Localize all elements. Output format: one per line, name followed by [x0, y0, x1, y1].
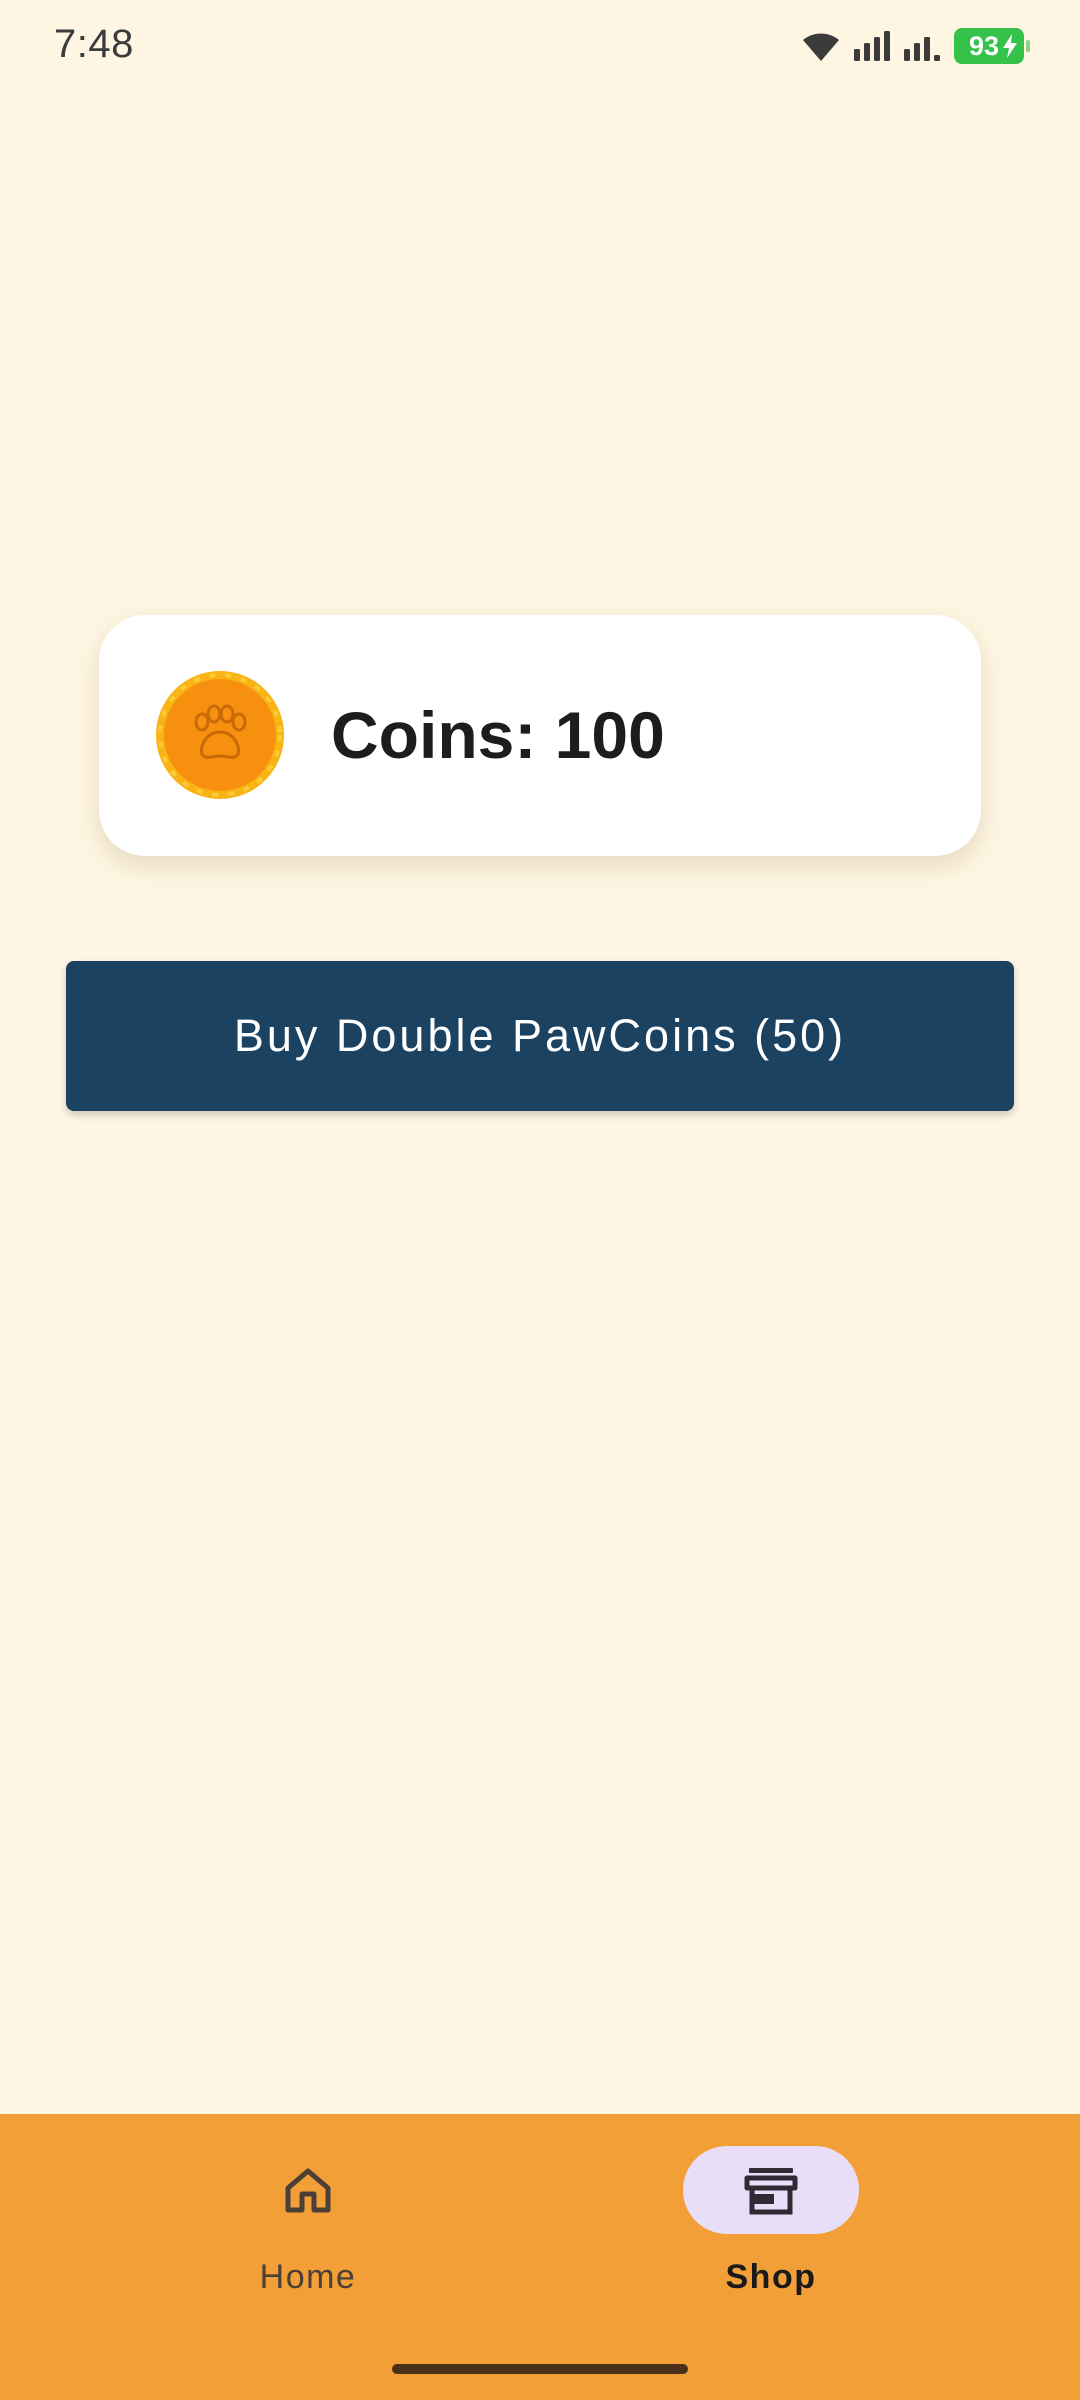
signal-icon	[854, 31, 890, 61]
battery-level: 93	[968, 30, 1000, 61]
bottom-navigation: Home Shop	[0, 2114, 1080, 2400]
home-icon	[285, 2168, 331, 2213]
bolt-icon	[1003, 34, 1017, 58]
battery-charging-icon: 93	[954, 28, 1030, 64]
nav-item-home[interactable]: Home	[188, 2146, 428, 2306]
store-icon	[744, 2168, 798, 2215]
coins-count: Coins: 100	[331, 698, 665, 772]
nav-pill-shop	[683, 2146, 859, 2234]
status-bar: 7:48 93	[0, 0, 1080, 92]
signal-icon	[904, 37, 940, 61]
nav-label-home: Home	[259, 2258, 357, 2296]
wifi-icon	[803, 33, 839, 61]
coins-card: Coins: 100	[99, 615, 981, 856]
nav-label-shop: Shop	[725, 2258, 817, 2296]
battery-cap	[1026, 40, 1030, 52]
shop-screen: 7:48 93 Coins: 100 Buy Double PawCoins (…	[0, 0, 1080, 2400]
status-time: 7:48	[54, 22, 134, 66]
nav-item-shop[interactable]: Shop	[651, 2146, 891, 2306]
home-indicator[interactable]	[392, 2364, 688, 2374]
paw-coin-icon	[156, 671, 284, 799]
buy-double-pawcoins-button[interactable]: Buy Double PawCoins (50)	[66, 961, 1014, 1111]
nav-pill-home	[220, 2146, 396, 2234]
status-icons: 93	[800, 26, 1030, 66]
